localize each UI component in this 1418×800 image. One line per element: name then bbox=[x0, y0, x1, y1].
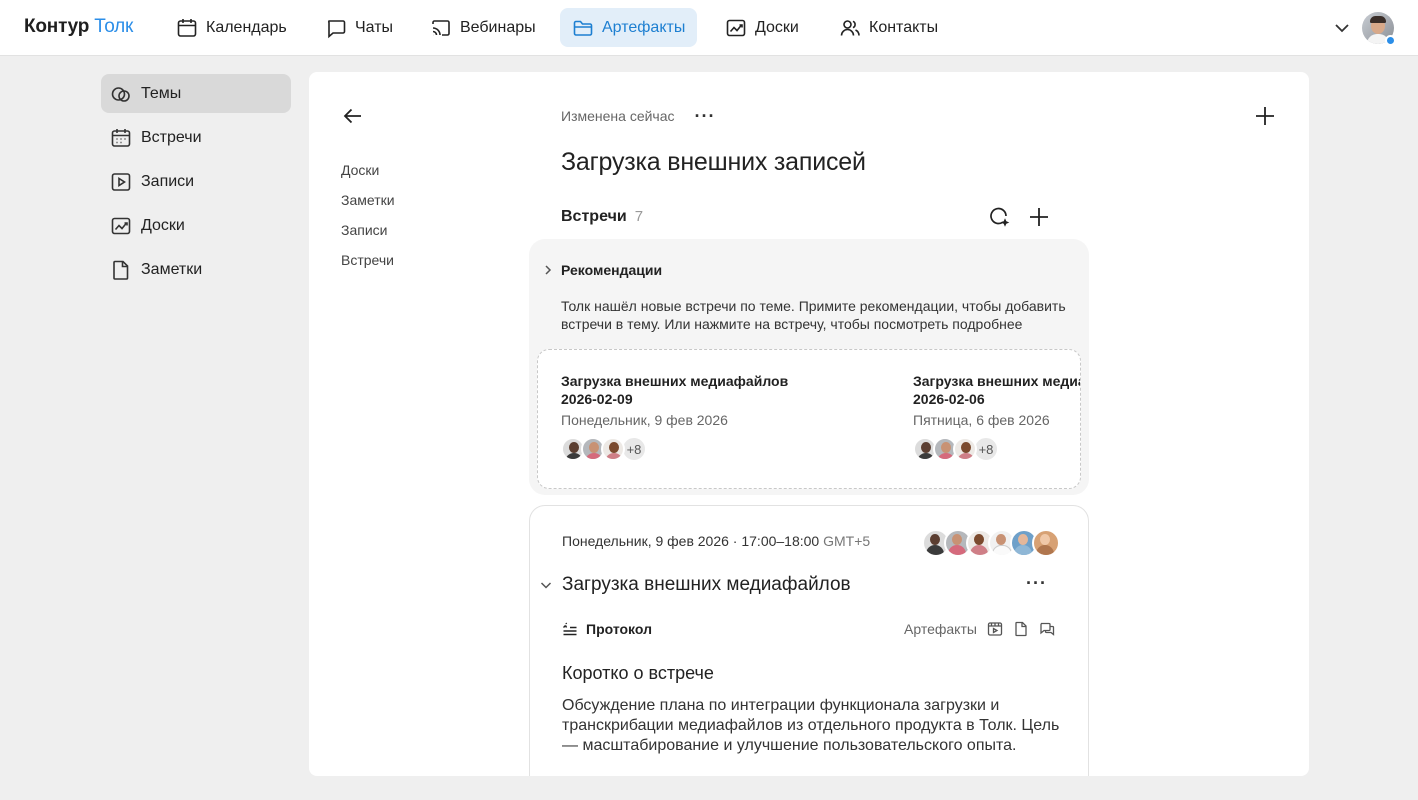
online-status-dot bbox=[1385, 35, 1396, 46]
modified-status: Изменена сейчас bbox=[561, 108, 675, 124]
plus-icon bbox=[1253, 104, 1277, 128]
more-options-icon[interactable]: ··· bbox=[695, 107, 716, 125]
cast-icon bbox=[430, 17, 452, 39]
avatar bbox=[953, 437, 977, 461]
toc-link-notes[interactable]: Заметки bbox=[341, 191, 395, 221]
toc-link-boards[interactable]: Доски bbox=[341, 161, 395, 191]
sidebar-item-label: Доски bbox=[141, 216, 185, 234]
sidebar-item-meetings[interactable]: Встречи bbox=[101, 118, 291, 157]
folder-icon bbox=[572, 17, 594, 39]
sidebar-item-label: Темы bbox=[141, 84, 182, 102]
logo-text-accent: Толк bbox=[94, 16, 134, 37]
ai-search-icon[interactable] bbox=[987, 205, 1011, 229]
artifacts-label: Артефакты bbox=[904, 621, 977, 637]
recommendation-name-date: 2026-02-09 bbox=[561, 391, 633, 407]
summary-heading: Коротко о встрече bbox=[562, 663, 714, 683]
toc-link-meetings[interactable]: Встречи bbox=[341, 251, 395, 281]
nav-label: Контакты bbox=[869, 18, 939, 36]
sidebar-item-topics[interactable]: Темы bbox=[101, 74, 291, 113]
nav-artifacts[interactable]: Артефакты bbox=[560, 8, 698, 47]
recommendation-name: Загрузка внешних медиафайлов bbox=[561, 373, 789, 389]
section-actions bbox=[987, 205, 1051, 229]
section-title: Встречи bbox=[561, 208, 627, 225]
chevron-right-icon bbox=[541, 263, 555, 277]
meeting-participants[interactable] bbox=[922, 529, 1060, 557]
add-meeting-icon[interactable] bbox=[1027, 205, 1051, 229]
play-icon bbox=[110, 171, 132, 193]
page-title: Загрузка внешних записей bbox=[561, 148, 866, 176]
recommendation-name-date: 2026-02-06 bbox=[913, 391, 985, 407]
topic-panel: Доски Заметки Записи Встречи Изменена се… bbox=[309, 72, 1309, 776]
nav-label: Доски bbox=[755, 18, 799, 36]
recommendations-title: Рекомендации bbox=[561, 262, 663, 278]
chat-icon bbox=[325, 17, 347, 39]
chevron-down-icon bbox=[538, 577, 554, 593]
logo-text-primary: Контур bbox=[24, 16, 90, 37]
artifacts-sidebar: Темы Встречи Записи Доски Заметки bbox=[101, 74, 291, 294]
topics-icon bbox=[110, 83, 132, 105]
sidebar-item-label: Встречи bbox=[141, 128, 202, 146]
note-icon bbox=[110, 259, 132, 281]
note-icon[interactable] bbox=[1013, 621, 1029, 637]
meeting-timezone: GMT+5 bbox=[823, 533, 871, 549]
recommendations-description: Толк нашёл новые встречи по теме. Примит… bbox=[561, 298, 1066, 332]
app-logo[interactable]: Контур Толк bbox=[24, 16, 133, 38]
recommendations-list: Загрузка внешних медиафайлов 2026-02-09 … bbox=[537, 349, 1081, 489]
protocol-tab[interactable]: Протокол bbox=[562, 621, 652, 637]
chat-messages-icon[interactable] bbox=[1039, 621, 1055, 637]
top-bar: Контур Толк Календарь Чаты Вебинары Арте… bbox=[0, 0, 1418, 56]
participants-avatars: +8 bbox=[561, 436, 891, 462]
protocol-label: Протокол bbox=[586, 621, 652, 637]
board-icon bbox=[725, 17, 747, 39]
calendar-icon bbox=[176, 17, 198, 39]
avatar bbox=[601, 437, 625, 461]
board-icon bbox=[110, 215, 132, 237]
sidebar-item-recordings[interactable]: Записи bbox=[101, 162, 291, 201]
nav-calendar[interactable]: Календарь bbox=[164, 8, 299, 47]
meeting-datetime: Понедельник, 9 фев 2026 · 17:00–18:00 GM… bbox=[562, 533, 870, 549]
meeting-more-icon[interactable]: ··· bbox=[1026, 574, 1047, 592]
add-button[interactable] bbox=[1253, 104, 1277, 128]
back-button[interactable] bbox=[341, 104, 365, 128]
recommendations-toggle[interactable]: Рекомендации bbox=[541, 262, 662, 278]
contacts-icon bbox=[839, 17, 861, 39]
section-count: 7 bbox=[634, 208, 644, 225]
nav-contacts[interactable]: Контакты bbox=[827, 8, 950, 47]
meetings-section-header: Встречи 7 bbox=[561, 208, 643, 226]
recommendation-item[interactable]: Загрузка внешних медиафайлов 2026-02-09 … bbox=[561, 372, 891, 462]
chevron-down-icon[interactable] bbox=[1332, 18, 1352, 38]
recommendations-card: Рекомендации Толк нашёл новые встречи по… bbox=[529, 239, 1089, 495]
nav-label: Чаты bbox=[355, 18, 394, 36]
nav-label: Вебинары bbox=[460, 18, 536, 36]
nav-chats[interactable]: Чаты bbox=[313, 8, 405, 47]
summary-text: Обсуждение плана по интеграции функциона… bbox=[562, 697, 1060, 754]
nav-label: Календарь bbox=[206, 18, 287, 36]
meeting-artifacts: Артефакты bbox=[904, 621, 1055, 637]
recommendation-item[interactable]: Загрузка внешних медиафайлов 2026-02-06 … bbox=[913, 372, 1080, 462]
meeting-title-toggle[interactable]: Загрузка внешних медиафайлов bbox=[538, 574, 851, 596]
meeting-card: Понедельник, 9 фев 2026 · 17:00–18:00 GM… bbox=[529, 505, 1089, 776]
topic-meta: Изменена сейчас ··· bbox=[561, 107, 716, 125]
avatar bbox=[1032, 529, 1060, 557]
sidebar-item-boards[interactable]: Доски bbox=[101, 206, 291, 245]
recommendation-name: Загрузка внешних медиафайлов bbox=[913, 373, 1080, 389]
video-recording-icon[interactable] bbox=[987, 621, 1003, 637]
nav-label: Артефакты bbox=[602, 18, 686, 36]
protocol-icon bbox=[562, 621, 578, 637]
nav-webinars[interactable]: Вебинары bbox=[418, 8, 548, 47]
table-of-contents: Доски Заметки Записи Встречи bbox=[341, 161, 395, 281]
sidebar-item-label: Записи bbox=[141, 172, 195, 190]
sidebar-item-notes[interactable]: Заметки bbox=[101, 250, 291, 289]
recommendation-date: Пятница, 6 фев 2026 bbox=[913, 412, 1050, 428]
calendar-icon bbox=[110, 127, 132, 149]
participants-avatars: +8 bbox=[913, 436, 1080, 462]
arrow-left-icon bbox=[341, 104, 365, 128]
meeting-date: Понедельник, 9 фев 2026 · 17:00–18:00 bbox=[562, 533, 820, 549]
recommendation-date: Понедельник, 9 фев 2026 bbox=[561, 412, 728, 428]
nav-boards[interactable]: Доски bbox=[713, 8, 811, 47]
meeting-title: Загрузка внешних медиафайлов bbox=[562, 574, 851, 595]
toc-link-recordings[interactable]: Записи bbox=[341, 221, 395, 251]
sidebar-item-label: Заметки bbox=[141, 260, 203, 278]
